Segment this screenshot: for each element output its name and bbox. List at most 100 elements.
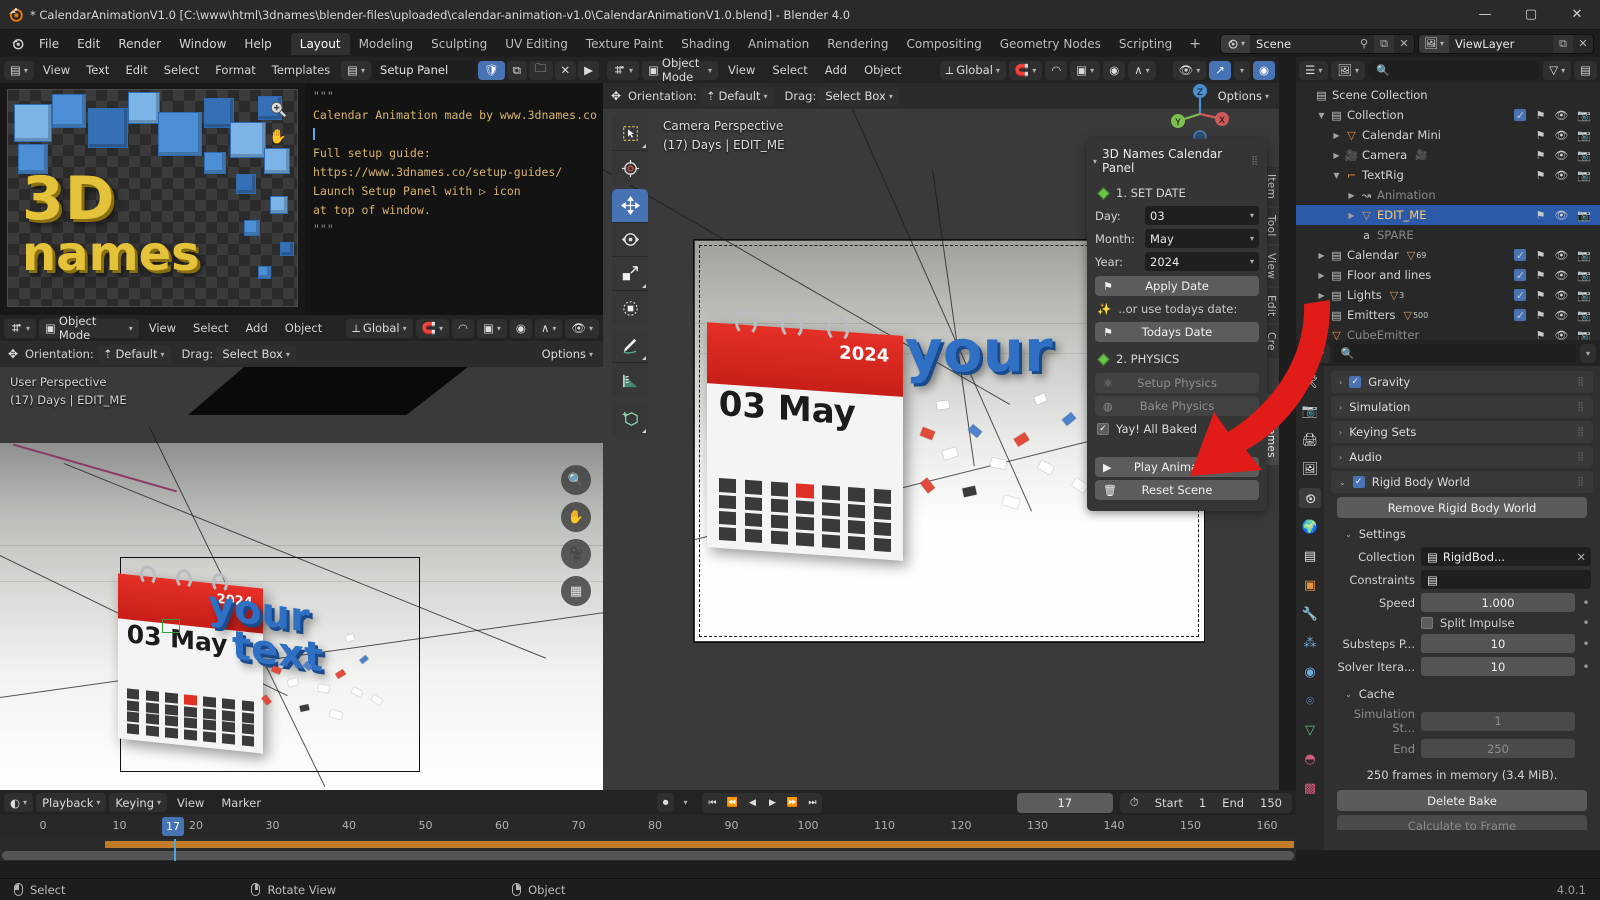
scene-name[interactable]: Scene (1250, 37, 1354, 51)
hide-in-viewport-icon[interactable]: 👁 (1554, 109, 1568, 122)
exclude-checkbox[interactable]: ✓ (1514, 309, 1527, 322)
menu-window[interactable]: Window (170, 34, 235, 54)
properties-search-input[interactable]: 🔍 (1333, 343, 1576, 363)
delete-bake-button[interactable]: Delete Bake (1337, 790, 1587, 811)
vp-menu-object[interactable]: Object (857, 61, 908, 79)
timeline-menu-view[interactable]: View (170, 794, 211, 812)
tab-data[interactable]: ▽ (1299, 720, 1321, 740)
tab-geometry-nodes[interactable]: Geometry Nodes (991, 33, 1110, 55)
exclude-checkbox[interactable]: ✓ (1514, 109, 1527, 122)
collapse-triangle-icon[interactable]: ▶ (1315, 271, 1328, 280)
pivot-point-selector[interactable]: ◉ (509, 318, 532, 338)
hide-in-viewport-icon[interactable]: 👁 (1554, 269, 1568, 282)
outliner-row[interactable]: ▶ ▽ EDIT_ME ⚑ 👁 📷 (1296, 205, 1600, 225)
checkbox-icon[interactable]: ✓ (1097, 423, 1109, 435)
properties-options-button[interactable]: ▾ (1579, 343, 1596, 363)
tab-object[interactable]: ▣ (1299, 575, 1321, 595)
panel-gravity[interactable]: › ✓ Gravity ⣿ (1331, 371, 1593, 393)
disable-in-renders-icon[interactable]: 📷 (1577, 289, 1591, 302)
outliner-tree[interactable]: ▤ Scene Collection ▼ ▤ Collection ✓ ⚑ 👁 📷 ▶ ▽ Calen… (1296, 83, 1600, 345)
tab-modeling[interactable]: Modeling (350, 33, 423, 55)
drag-dots-icon[interactable]: ⣿ (1251, 156, 1259, 166)
collapse-triangle-icon[interactable]: ▶ (1330, 131, 1343, 140)
scene-datablock[interactable]: ▾ Scene ⚲ ⧉ ✕ (1220, 33, 1416, 54)
outliner-row[interactable]: ▶ ▤ Calendar ▽ 69 ✓ ⚑ 👁 📷 (1296, 245, 1600, 265)
setup-physics-button[interactable]: ⚛ Setup Physics (1095, 373, 1259, 393)
selectable-icon[interactable]: ⚑ (1535, 149, 1545, 162)
transform-orientation-selector[interactable]: ⟂ Global ▾ (346, 318, 413, 338)
text-datablock-selector[interactable]: ▤ ▾ (341, 60, 372, 80)
rigid-body-world-checkbox[interactable]: ✓ (1352, 476, 1365, 488)
orientation-dropdown[interactable]: ⇡ Default ▾ (96, 344, 171, 364)
display-mode-selector[interactable]: 🖼 ▾ (1331, 60, 1365, 80)
collapse-triangle-icon[interactable]: ▶ (1345, 211, 1358, 220)
viewlayer-icon[interactable]: 🖼 ▾ (1419, 34, 1449, 53)
play-animation-button[interactable]: ▶ Play Animation (1095, 457, 1259, 477)
overlays-toggle[interactable]: ◉ (1252, 60, 1275, 80)
tool-transform[interactable] (612, 291, 648, 325)
play-reverse-button[interactable]: ◀ (742, 793, 762, 813)
tab-constraints[interactable]: ⌾ (1299, 691, 1321, 711)
zoom-icon[interactable] (265, 96, 291, 122)
tool-annotate[interactable] (612, 329, 648, 363)
hide-in-viewport-icon[interactable]: 👁 (1554, 209, 1568, 222)
falloff-curve-icon[interactable]: ∧ ▾ (1128, 60, 1156, 80)
auto-keying-toggle[interactable]: ⏺ (656, 793, 675, 812)
unlink-icon[interactable]: ✕ (1576, 550, 1591, 564)
text-object-center[interactable]: your (905, 317, 1053, 385)
editor-type-selector[interactable]: ▾ (607, 60, 640, 80)
visibility-selector[interactable]: 👁 ▾ (565, 318, 599, 338)
snap-toggle[interactable]: 🧲 ▾ (415, 318, 449, 338)
keyframe-channel[interactable] (105, 841, 1294, 848)
pivot-point-selector[interactable]: ◉ (1103, 60, 1126, 80)
tab-render[interactable]: 📷 (1299, 401, 1321, 421)
selectable-icon[interactable]: ⚑ (1535, 169, 1545, 182)
outliner-row[interactable]: ▶ ↝ Animation (1296, 185, 1600, 205)
drag-dropdown[interactable]: Select Box ▾ (819, 86, 899, 106)
text-menu-select[interactable]: Select (157, 61, 206, 79)
vp-menu-object[interactable]: Object (278, 319, 329, 337)
jump-to-start-button[interactable]: ⏮ (702, 793, 722, 813)
tab-material[interactable]: ◓ (1299, 749, 1321, 769)
timeline-menu-marker[interactable]: Marker (214, 794, 268, 812)
gravity-checkbox[interactable]: ✓ (1349, 376, 1362, 388)
disable-in-renders-icon[interactable]: 📷 (1577, 309, 1591, 322)
outliner-row[interactable]: a SPARE (1296, 225, 1600, 245)
exclude-checkbox[interactable]: ✓ (1514, 249, 1527, 262)
playhead-line[interactable] (174, 839, 176, 861)
drag-dots-icon[interactable]: ⣿ (1577, 477, 1585, 487)
pan-hand-icon[interactable]: ✋ (265, 124, 291, 150)
proportional-edit-toggle[interactable]: ◠ (1045, 60, 1068, 80)
tab-compositing[interactable]: Compositing (897, 33, 990, 55)
outliner-row[interactable]: ▶ ▤ Lights ▽ 3 ✓ ⚑ 👁 📷 (1296, 285, 1600, 305)
disable-in-renders-icon[interactable]: 📷 (1577, 269, 1591, 282)
remove-rigid-body-world-button[interactable]: Remove Rigid Body World (1337, 497, 1587, 518)
text-editor-content[interactable]: """ Calendar Animation made by www.3dnam… (305, 83, 603, 315)
gizmo-toggle[interactable]: ↗ (1209, 60, 1231, 80)
new-collection-button[interactable]: ▤ (1574, 60, 1597, 80)
drag-dots-icon[interactable]: ⣿ (1577, 452, 1585, 462)
previous-keyframe-button[interactable]: ⏪ (722, 793, 742, 813)
tab-particles[interactable]: ⁂ (1299, 633, 1321, 653)
collapse-triangle-icon[interactable]: ▶ (1315, 331, 1328, 340)
calendar-object-center[interactable]: 2024 03 May (707, 309, 903, 561)
tool-rotate[interactable] (612, 223, 648, 257)
editor-type-selector[interactable]: ☰ ▾ (1299, 60, 1329, 80)
disable-in-renders-icon[interactable]: 📷 (1577, 129, 1591, 142)
constraints-field[interactable]: ▤ (1421, 570, 1591, 589)
camera-view-icon[interactable]: 🎥 (561, 539, 591, 569)
selectable-icon[interactable]: ⚑ (1535, 309, 1545, 322)
selectable-icon[interactable]: ⚑ (1535, 129, 1545, 142)
viewport-left-canvas[interactable]: 2024 03 May your text (0, 367, 603, 790)
bake-physics-button[interactable]: ◍ Bake Physics (1095, 396, 1259, 416)
text-menu-view[interactable]: View (36, 61, 77, 79)
animate-property-icon[interactable]: • (1581, 596, 1591, 610)
collapse-triangle-icon[interactable]: ▶ (1345, 191, 1358, 200)
tab-uv-editing[interactable]: UV Editing (496, 33, 577, 55)
selectable-icon[interactable]: ⚑ (1535, 289, 1545, 302)
gizmo-options[interactable]: ▾ (1233, 60, 1250, 80)
run-script-button[interactable]: ▶ (578, 60, 599, 80)
tab-tool[interactable]: 🛠 (1299, 372, 1321, 392)
add-workspace-button[interactable]: + (1181, 33, 1209, 55)
menu-help[interactable]: Help (235, 34, 280, 54)
